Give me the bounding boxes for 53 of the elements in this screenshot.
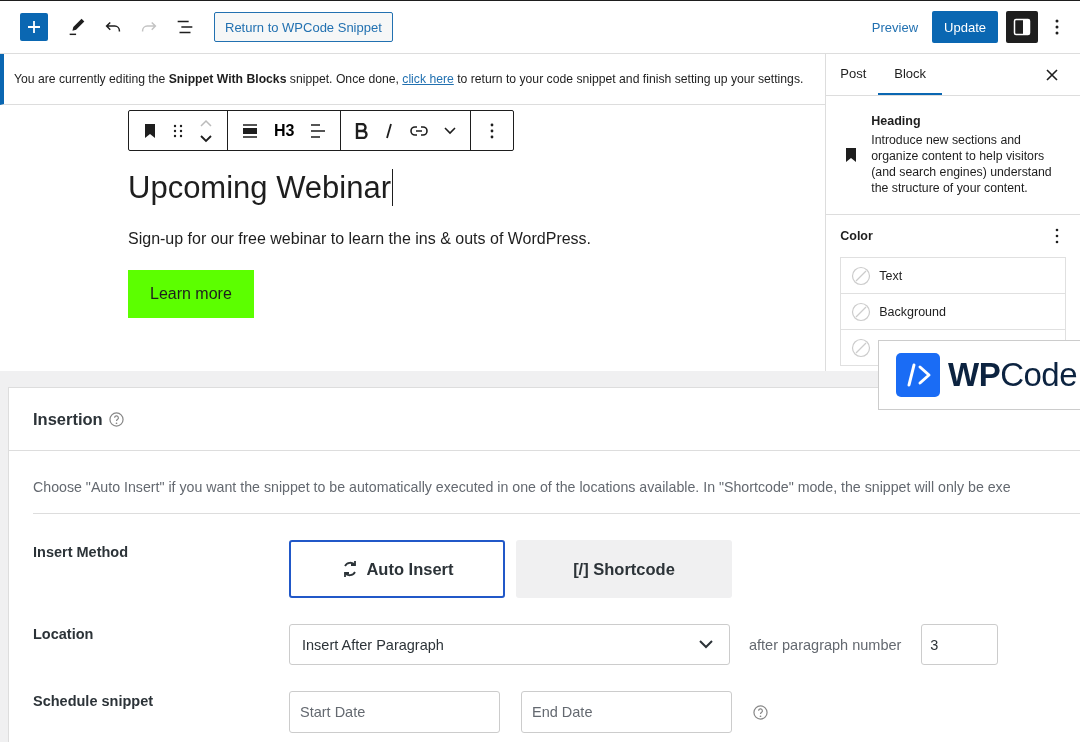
italic-icon[interactable] (384, 122, 395, 139)
color-option[interactable]: Background (841, 294, 1065, 330)
paragraph-block[interactable]: Sign-up for our free webinar to learn the ins & outs of WordPress. (128, 230, 826, 249)
click-here-link[interactable]: click here (402, 72, 454, 86)
settings-toggle[interactable] (1006, 11, 1038, 43)
section-title: Insertion (33, 409, 103, 429)
chevron-down-icon (699, 640, 713, 649)
start-date-field[interactable]: Start Date (289, 691, 500, 733)
block-description: Introduce new sections and organize content to help visitors (and search engines) understand the structure of your content. (871, 132, 1053, 196)
empty-swatch-icon (851, 337, 872, 358)
end-date-field[interactable]: End Date (521, 691, 732, 733)
chevron-down-icon[interactable] (444, 126, 457, 135)
insert-method-option[interactable]: [/] Shortcode (516, 540, 732, 598)
color-option[interactable]: Text (841, 258, 1065, 294)
field-label: after paragraph number (749, 636, 902, 653)
heading-level-button[interactable]: H3 (274, 121, 295, 140)
align-left-icon[interactable] (310, 122, 327, 139)
logo-text: WPCode (948, 356, 1078, 394)
preview-link[interactable]: Preview (865, 19, 925, 35)
notice-text: You are currently editing the Snippet With Blocks snippet. Once done, click here to return to your code snippet and finish setting up your settings. (14, 72, 804, 86)
help-icon[interactable] (108, 411, 124, 427)
bold-icon[interactable] (355, 122, 369, 139)
section-title: Color (840, 229, 873, 243)
insert-method-option[interactable]: Auto Insert (289, 540, 505, 598)
code-logo-icon (896, 353, 940, 397)
more-options-icon[interactable] (489, 122, 496, 139)
heading-block[interactable]: Upcoming Webinar (128, 169, 394, 207)
empty-swatch-icon (851, 301, 872, 322)
more-options-icon[interactable] (1054, 228, 1060, 244)
empty-swatch-icon (851, 265, 872, 286)
add-block-button[interactable] (20, 13, 48, 41)
field-label: Location (33, 625, 95, 642)
return-button[interactable]: Return to WPCode Snippet (214, 12, 393, 42)
link-icon[interactable] (410, 124, 429, 137)
block-title: Heading (871, 114, 922, 128)
plus-icon (27, 20, 41, 34)
sidebar-tab[interactable]: Block (878, 54, 943, 95)
location-select[interactable]: Insert After Paragraph (289, 624, 730, 665)
learn-more-button[interactable]: Learn more (128, 270, 254, 319)
drag-handle-icon[interactable] (173, 122, 183, 139)
bookmark-icon (845, 148, 858, 162)
bookmark-icon[interactable] (143, 122, 157, 139)
field-label: Insert Method (33, 543, 130, 560)
update-button[interactable]: Update (932, 11, 998, 43)
close-icon[interactable] (1046, 68, 1058, 81)
sidebar-tab[interactable]: Post (828, 54, 879, 95)
more-options-icon[interactable] (1054, 17, 1060, 37)
align-wide-icon[interactable] (242, 122, 258, 139)
description-text: Choose "Auto Insert" if you want the snippet to be automatically executed in one of the locations available. In "Shortcode" mode, the snippet will only be exe (33, 479, 1012, 495)
sidebar-panel-icon (1013, 18, 1031, 36)
paragraph-number-field[interactable]: 3 (921, 624, 999, 665)
field-label: Schedule snippet (33, 692, 155, 709)
help-icon[interactable] (753, 704, 768, 720)
